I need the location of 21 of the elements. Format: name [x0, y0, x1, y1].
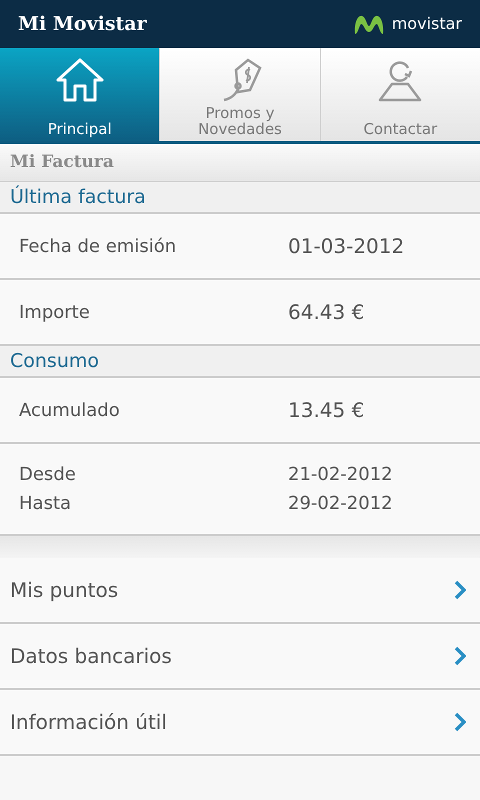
nav-tab[interactable]: Promos y Novedades	[159, 48, 320, 141]
field-value: 29-02-2012	[288, 492, 393, 516]
chevron-right-icon	[454, 646, 466, 666]
nav-tab[interactable]: Principal	[0, 48, 160, 141]
chevron-right-icon	[454, 712, 466, 732]
field-label: Fecha de emisión	[19, 234, 178, 258]
field-value: 21-02-2012	[288, 463, 393, 487]
chevron-right-icon	[454, 580, 466, 600]
brand-name: movistar	[392, 13, 462, 35]
field-label: Hasta	[19, 492, 72, 516]
field-label: Desde	[19, 463, 77, 487]
section-title: Última factura	[10, 184, 146, 210]
field-label: Importe	[19, 300, 91, 324]
field-label: Acumulado	[19, 398, 121, 422]
field-value: 64.43 €	[288, 298, 364, 326]
field-value: 01-03-2012	[288, 232, 404, 260]
page-title: Mi Factura	[10, 150, 114, 174]
section-title: Consumo	[10, 348, 100, 374]
house-icon	[54, 56, 106, 104]
field-value: 13.45 €	[288, 396, 364, 424]
app-title: Mi Movistar	[18, 12, 147, 37]
